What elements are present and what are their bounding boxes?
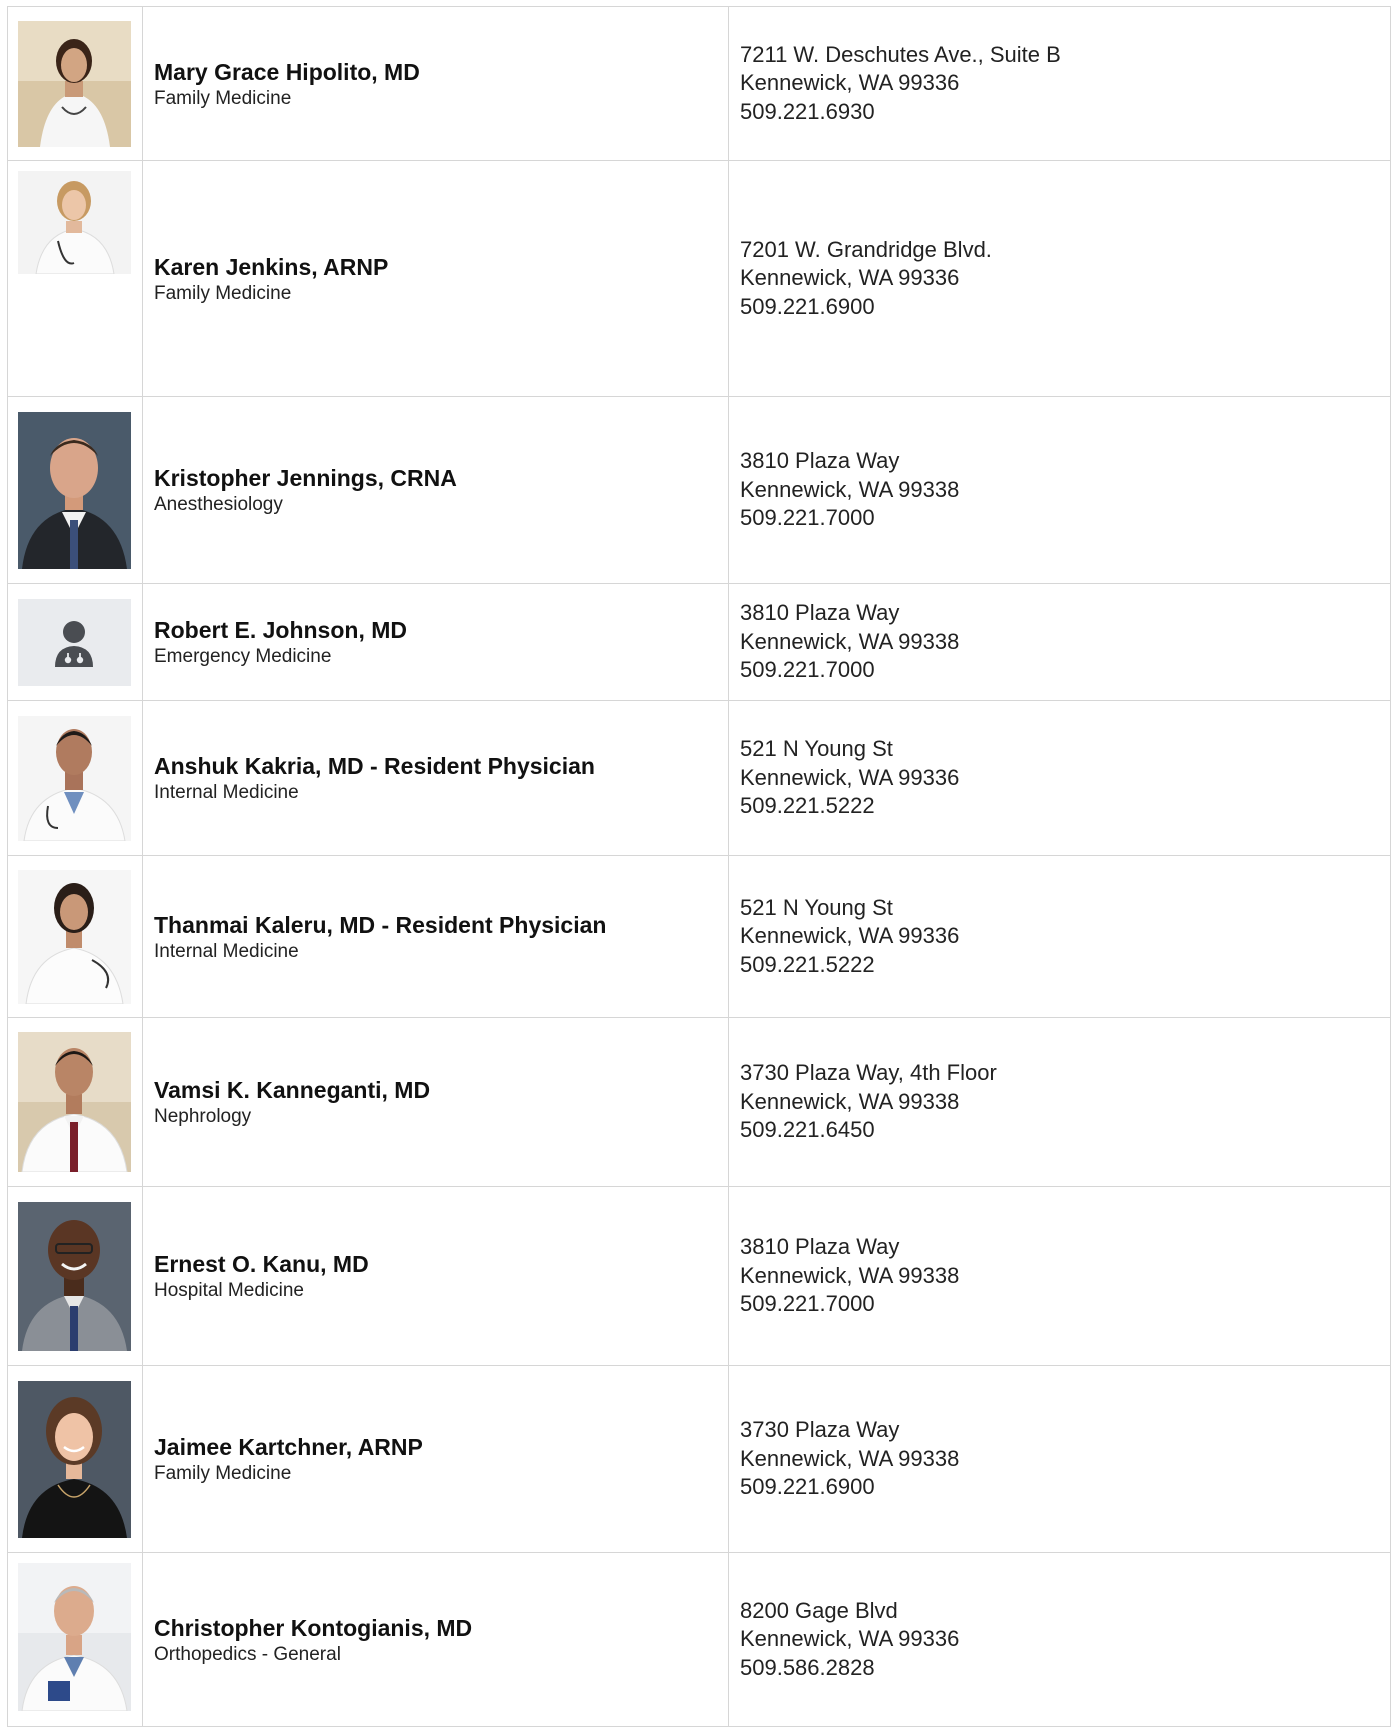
- provider-photo[interactable]: [18, 1563, 131, 1711]
- provider-photo[interactable]: [18, 411, 131, 569]
- provider-photo[interactable]: [18, 1032, 131, 1172]
- provider-row: Vamsi K. Kanneganti, MD Nephrology 3730 …: [7, 1017, 1391, 1187]
- provider-specialty: Family Medicine: [154, 1463, 292, 1484]
- address-street: 3810 Plaza Way: [740, 1234, 900, 1260]
- doctor-placeholder-icon[interactable]: [18, 598, 131, 686]
- phone-number[interactable]: 509.221.6900: [740, 1473, 1390, 1502]
- provider-specialty: Nephrology: [154, 1106, 252, 1127]
- phone-number[interactable]: 509.221.5222: [740, 951, 1390, 980]
- provider-specialty: Hospital Medicine: [154, 1280, 304, 1301]
- provider-row: Mary Grace Hipolito, MD Family Medicine …: [7, 6, 1391, 161]
- provider-row: Karen Jenkins, ARNP Family Medicine 7201…: [7, 160, 1391, 397]
- address-city: Kennewick, WA 99336: [740, 70, 960, 96]
- provider-specialty: Orthopedics - General: [154, 1643, 341, 1665]
- provider-specialty: Family Medicine: [154, 282, 292, 304]
- address-city: Kennewick, WA 99338: [740, 1445, 960, 1471]
- phone-number[interactable]: 509.221.7000: [740, 1290, 1390, 1319]
- address-street: 521 N Young St: [740, 894, 893, 920]
- address-street: 8200 Gage Blvd: [740, 1597, 898, 1623]
- address-street: 7211 W. Deschutes Ave., Suite B: [740, 41, 1061, 67]
- provider-specialty: Anesthesiology: [154, 494, 283, 515]
- phone-number[interactable]: 509.221.6450: [740, 1116, 1390, 1145]
- address-city: Kennewick, WA 99338: [740, 628, 960, 654]
- provider-name[interactable]: Robert E. Johnson, MD: [154, 615, 720, 645]
- provider-name[interactable]: Jaimee Kartchner, ARNP: [154, 1432, 720, 1462]
- address-street: 3730 Plaza Way, 4th Floor: [740, 1060, 997, 1086]
- provider-name[interactable]: Ernest O. Kanu, MD: [154, 1249, 720, 1279]
- address-city: Kennewick, WA 99338: [740, 476, 960, 502]
- address-city: Kennewick, WA 99338: [740, 1262, 960, 1288]
- provider-name[interactable]: Kristopher Jennings, CRNA: [154, 463, 720, 493]
- phone-number[interactable]: 509.221.7000: [740, 504, 1390, 533]
- phone-number[interactable]: 509.221.6930: [740, 98, 1390, 127]
- address-street: 3730 Plaza Way: [740, 1417, 900, 1443]
- provider-row: Kristopher Jennings, CRNA Anesthesiology…: [7, 396, 1391, 584]
- address-city: Kennewick, WA 99336: [740, 265, 960, 291]
- provider-name[interactable]: Anshuk Kakria, MD - Resident Physician: [154, 751, 720, 781]
- provider-row: Ernest O. Kanu, MD Hospital Medicine 381…: [7, 1186, 1391, 1366]
- provider-name[interactable]: Christopher Kontogianis, MD: [154, 1613, 720, 1643]
- phone-number[interactable]: 509.221.5222: [740, 792, 1390, 821]
- provider-name[interactable]: Vamsi K. Kanneganti, MD: [154, 1075, 720, 1105]
- provider-specialty: Internal Medicine: [154, 940, 299, 962]
- provider-row: Thanmai Kaleru, MD - Resident Physician …: [7, 855, 1391, 1018]
- address-street: 3810 Plaza Way: [740, 600, 900, 626]
- provider-photo[interactable]: [18, 171, 131, 274]
- provider-name[interactable]: Karen Jenkins, ARNP: [154, 252, 720, 282]
- provider-row: Robert E. Johnson, MD Emergency Medicine…: [7, 583, 1391, 701]
- address-street: 7201 W. Grandridge Blvd.: [740, 236, 992, 262]
- address-street: 521 N Young St: [740, 736, 893, 762]
- phone-number[interactable]: 509.221.7000: [740, 656, 1390, 685]
- address-city: Kennewick, WA 99338: [740, 1088, 960, 1114]
- provider-name[interactable]: Mary Grace Hipolito, MD: [154, 57, 720, 87]
- phone-number[interactable]: 509.221.6900: [740, 293, 1390, 322]
- provider-photo[interactable]: [18, 1380, 131, 1538]
- address-city: Kennewick, WA 99336: [740, 923, 960, 949]
- provider-name[interactable]: Thanmai Kaleru, MD - Resident Physician: [154, 910, 720, 940]
- provider-directory-table: Mary Grace Hipolito, MD Family Medicine …: [7, 6, 1391, 1727]
- provider-specialty: Family Medicine: [154, 87, 292, 109]
- address-street: 3810 Plaza Way: [740, 448, 900, 474]
- provider-photo[interactable]: [18, 869, 131, 1004]
- provider-specialty: Internal Medicine: [154, 782, 299, 803]
- provider-row: Jaimee Kartchner, ARNP Family Medicine 3…: [7, 1365, 1391, 1553]
- provider-row: Anshuk Kakria, MD - Resident Physician I…: [7, 700, 1391, 856]
- address-city: Kennewick, WA 99336: [740, 764, 960, 790]
- provider-photo[interactable]: [18, 20, 131, 147]
- provider-photo[interactable]: [18, 1201, 131, 1351]
- provider-row: Christopher Kontogianis, MD Orthopedics …: [7, 1552, 1391, 1727]
- address-city: Kennewick, WA 99336: [740, 1626, 960, 1652]
- provider-photo[interactable]: [18, 715, 131, 841]
- provider-specialty: Emergency Medicine: [154, 646, 332, 667]
- phone-number[interactable]: 509.586.2828: [740, 1654, 1390, 1683]
